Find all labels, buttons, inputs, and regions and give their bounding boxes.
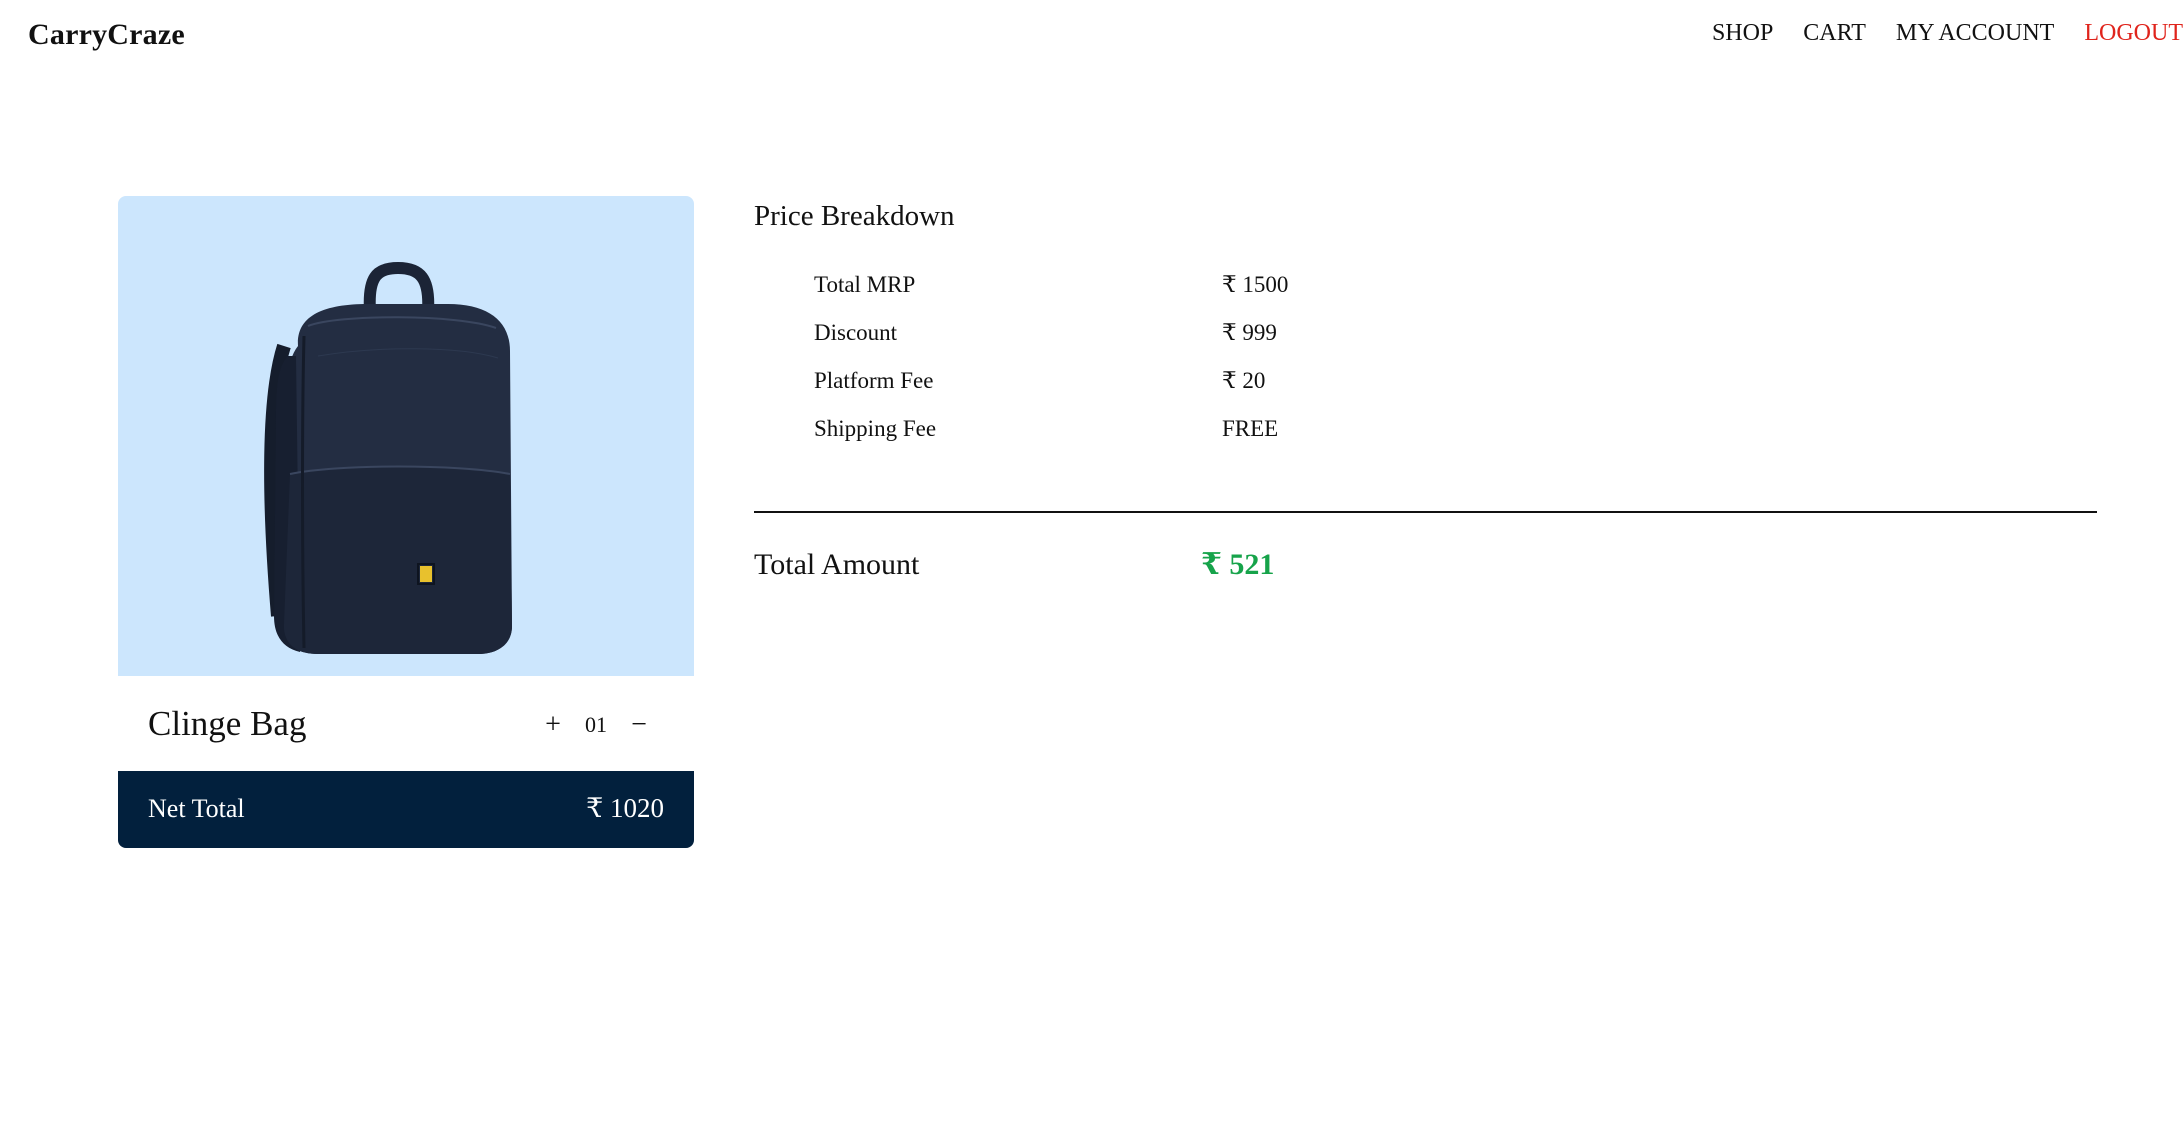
- nav-links: SHOP CART MY ACCOUNT LOGOUT: [1682, 20, 2183, 47]
- price-row-label: Platform Fee: [814, 368, 934, 393]
- backpack-image: [264, 261, 512, 654]
- decrement-button[interactable]: −: [624, 711, 654, 739]
- price-row-platform-fee: Platform Fee ₹ 20: [814, 357, 2097, 405]
- price-row-value: FREE: [1222, 416, 1279, 441]
- net-total-label: Net Total: [148, 794, 245, 823]
- cart-item-card: Clinge Bag + 01 − Net Total ₹ 1020: [118, 196, 694, 848]
- net-total-bar: Net Total ₹ 1020: [118, 771, 694, 848]
- net-total-value: ₹ 1020: [586, 793, 664, 823]
- price-row-shipping-fee: Shipping Fee FREE: [814, 405, 2097, 453]
- price-row-value: ₹ 20: [1222, 368, 1266, 393]
- brand-logo[interactable]: CarryCraze: [28, 18, 185, 52]
- quantity-value: 01: [585, 712, 607, 737]
- navbar: CarryCraze SHOP CART MY ACCOUNT LOGOUT: [0, 0, 2183, 74]
- nav-logout-link[interactable]: LOGOUT: [2084, 20, 2183, 47]
- price-row-discount: Discount ₹ 999: [814, 309, 2097, 357]
- price-row-total-mrp: Total MRP ₹ 1500: [814, 261, 2097, 309]
- quantity-stepper: + 01 −: [538, 711, 654, 739]
- total-amount-label: Total Amount: [754, 547, 920, 581]
- total-amount-value: ₹ 521: [1201, 548, 1275, 581]
- price-row-value: ₹ 1500: [1222, 272, 1289, 297]
- product-image: [118, 196, 694, 676]
- price-row-label: Shipping Fee: [814, 416, 937, 441]
- increment-button[interactable]: +: [538, 711, 568, 739]
- price-breakdown-title: Price Breakdown: [754, 200, 955, 232]
- price-breakdown-rows: Total MRP ₹ 1500 Discount ₹ 999 Platform…: [814, 261, 2097, 453]
- price-breakdown: Price Breakdown Total MRP ₹ 1500 Discoun…: [754, 200, 2097, 582]
- total-amount-row: Total Amount ₹ 521: [754, 547, 2097, 582]
- nav-my-account-link[interactable]: MY ACCOUNT: [1896, 20, 2054, 47]
- divider: [754, 511, 2097, 513]
- product-name: Clinge Bag: [148, 704, 307, 743]
- nav-shop-link[interactable]: SHOP: [1712, 20, 1773, 47]
- price-row-label: Discount: [814, 320, 898, 345]
- price-row-value: ₹ 999: [1222, 320, 1277, 345]
- price-row-label: Total MRP: [814, 272, 916, 297]
- nav-cart-link[interactable]: CART: [1803, 20, 1866, 47]
- cart-item-row: Clinge Bag + 01 −: [118, 676, 694, 771]
